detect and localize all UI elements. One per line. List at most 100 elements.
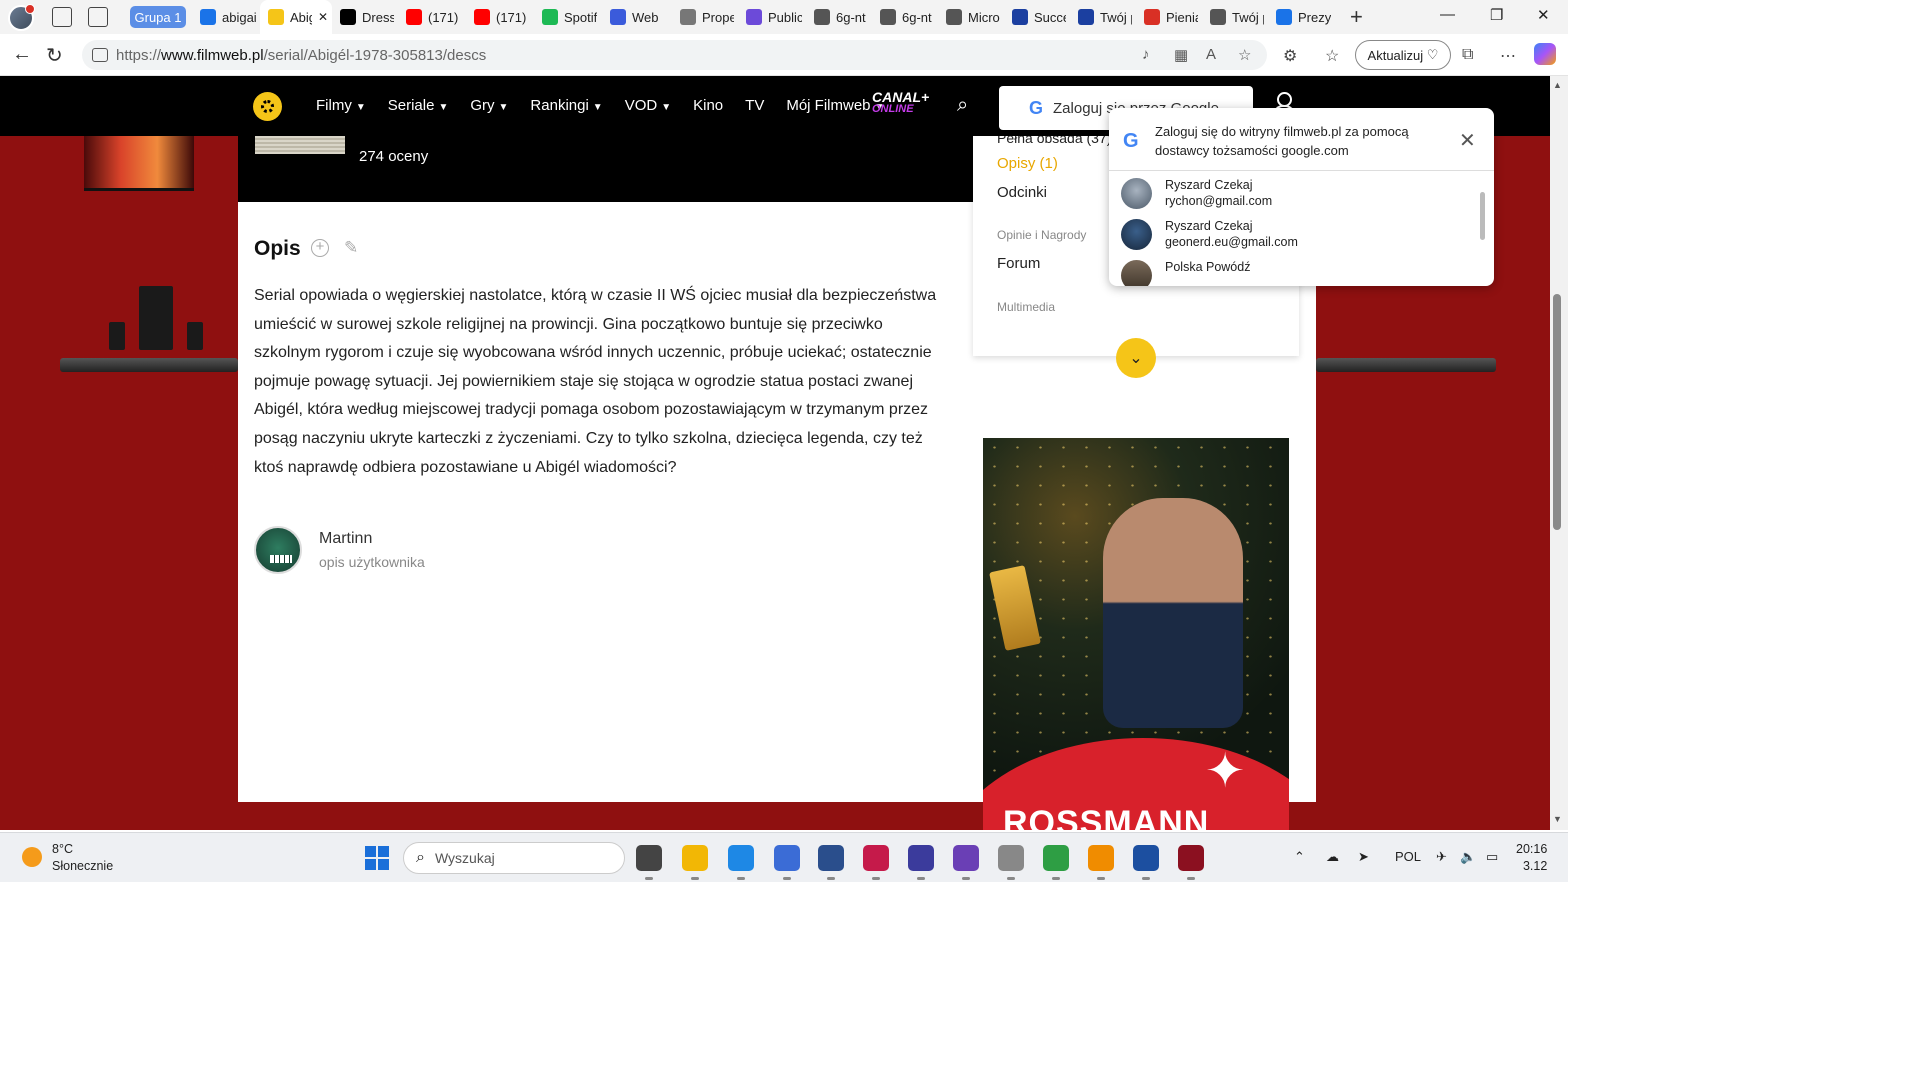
tab[interactable]: Micro — [938, 0, 1004, 34]
side-menu-opisy[interactable]: Opisy (1) — [997, 155, 1058, 172]
nav-item-gry[interactable]: Gry ▼ — [470, 97, 508, 114]
address-bar[interactable]: https://www.filmweb.pl/serial/Abigél-197… — [82, 40, 1267, 70]
tab[interactable]: Twój p — [1202, 0, 1268, 34]
copilot-icon[interactable] — [1534, 43, 1556, 65]
send-icon[interactable]: ➤ — [1358, 849, 1369, 865]
tab[interactable]: (171) — [466, 0, 534, 34]
site-info-icon[interactable] — [92, 48, 108, 62]
autocad-icon[interactable] — [1133, 845, 1159, 871]
nav-item-mój-filmweb[interactable]: Mój Filmweb ▼ — [786, 97, 884, 114]
edit-icon[interactable]: ✎ — [344, 238, 358, 258]
apps-icon[interactable]: ▦ — [1174, 46, 1188, 64]
virtualbox-icon[interactable] — [818, 845, 844, 871]
tab-title: Prope — [702, 9, 734, 25]
taskbar-search[interactable]: ⌕ Wyszukaj — [403, 842, 625, 874]
add-icon[interactable]: + — [311, 239, 329, 257]
tab-actions-icon[interactable] — [88, 7, 108, 27]
chevron-up-icon[interactable]: ⌃ — [1294, 849, 1305, 865]
side-menu-odcinki[interactable]: Odcinki — [997, 184, 1047, 201]
tab[interactable]: 6g-nt — [872, 0, 938, 34]
weather-desc[interactable]: Słonecznie — [52, 859, 113, 873]
update-button[interactable]: Aktualizuj ♡ — [1355, 40, 1451, 70]
nav-item-seriale[interactable]: Seriale ▼ — [388, 97, 449, 114]
globe-icon[interactable] — [1043, 845, 1069, 871]
search-icon[interactable]: ⌕ — [957, 94, 968, 117]
side-menu-forum[interactable]: Forum — [997, 255, 1040, 272]
tab[interactable]: Web — [602, 0, 672, 34]
tab[interactable]: abigai — [192, 0, 260, 34]
favorites-icon[interactable]: ☆ — [1325, 46, 1339, 66]
more-menu-icon[interactable]: ⋯ — [1500, 46, 1516, 66]
favorite-star-icon[interactable]: ☆ — [1238, 46, 1251, 64]
filmweb-logo[interactable] — [253, 92, 282, 121]
account-item[interactable]: Ryszard Czekaj geonerd.eu@gmail.com — [1121, 215, 1461, 255]
vlc-icon[interactable] — [1088, 845, 1114, 871]
canal-plus-logo[interactable]: CANAL+ ONLINE — [872, 90, 929, 115]
account-item[interactable]: Polska Powódź — [1121, 256, 1461, 286]
back-button[interactable]: ← — [12, 43, 32, 66]
file-explorer-icon[interactable] — [682, 845, 708, 871]
clock[interactable]: 20:16 3.12 — [1516, 841, 1547, 875]
tab[interactable]: Abigél ✕ — [260, 0, 332, 34]
tab[interactable]: Spotif — [534, 0, 602, 34]
globe-icon — [1210, 9, 1226, 25]
collections-icon[interactable]: ⧉ — [1462, 46, 1473, 64]
bell-icon[interactable]: ♪ — [1142, 46, 1150, 63]
nav-item-filmy[interactable]: Filmy ▼ — [316, 97, 366, 114]
rossmann-ad[interactable]: ✦ ROSSMANN — [983, 438, 1289, 830]
refresh-button[interactable]: ↻ — [46, 43, 63, 68]
sun-icon[interactable] — [22, 847, 42, 867]
tab[interactable]: 6g-nt — [806, 0, 872, 34]
running-indicator — [917, 877, 925, 880]
edge-icon[interactable] — [728, 845, 754, 871]
left-ad-banner[interactable] — [60, 136, 238, 386]
airplane-icon[interactable]: ✈ — [1436, 849, 1447, 865]
tab[interactable]: (171) — [398, 0, 466, 34]
close-tab-icon[interactable]: ✕ — [318, 10, 328, 24]
nav-item-rankingi[interactable]: Rankingi ▼ — [530, 97, 602, 114]
nav-item-vod[interactable]: VOD ▼ — [625, 97, 671, 114]
page-scrollbar[interactable]: ▲ ▼ — [1550, 76, 1568, 830]
tab-group-chip[interactable]: Grupa 1 — [130, 6, 186, 28]
author-avatar[interactable] — [254, 526, 302, 574]
tab[interactable]: Prope — [672, 0, 738, 34]
start-button[interactable] — [365, 846, 389, 870]
tab[interactable]: Public — [738, 0, 806, 34]
url-text[interactable]: https://www.filmweb.pl/serial/Abigél-197… — [116, 47, 486, 64]
raspberry-icon[interactable] — [863, 845, 889, 871]
close-icon[interactable]: ✕ — [1459, 128, 1476, 153]
battery-icon[interactable]: ▭ — [1486, 849, 1498, 865]
taskview-icon[interactable] — [636, 845, 662, 871]
restore-button[interactable]: ❐ — [1490, 6, 1503, 24]
poster-image[interactable] — [255, 136, 345, 154]
account-name: Ryszard Czekaj — [1165, 178, 1253, 192]
volume-icon[interactable]: 🔈 — [1460, 849, 1476, 865]
profile-avatar[interactable] — [8, 4, 35, 31]
new-tab-button[interactable]: + — [1350, 4, 1363, 30]
read-aloud-icon[interactable]: A — [1206, 46, 1216, 63]
podcast-icon[interactable] — [953, 845, 979, 871]
expand-menu-button[interactable]: ⌄ — [1116, 338, 1156, 378]
tab[interactable]: Prezy — [1268, 0, 1348, 34]
language-indicator[interactable]: POL — [1395, 849, 1421, 864]
tab[interactable]: Succe — [1004, 0, 1070, 34]
store-icon[interactable] — [774, 845, 800, 871]
disk-icon[interactable] — [998, 845, 1024, 871]
account-item[interactable]: Ryszard Czekaj rychon@gmail.com — [1121, 174, 1461, 214]
popup-scrollbar[interactable] — [1478, 174, 1488, 270]
tab[interactable]: Dress — [332, 0, 398, 34]
close-window-button[interactable]: ✕ — [1537, 6, 1550, 24]
cloud-icon[interactable]: ☁ — [1326, 849, 1339, 865]
scrollbar-thumb[interactable] — [1553, 294, 1561, 530]
tab[interactable]: Pienią — [1136, 0, 1202, 34]
tab[interactable]: Twój p — [1070, 0, 1136, 34]
author-name[interactable]: Martinn — [319, 530, 372, 548]
workspaces-icon[interactable] — [52, 7, 72, 27]
extensions-icon[interactable]: ⚙ — [1283, 46, 1297, 66]
d-app-icon[interactable] — [1178, 845, 1204, 871]
nav-item-tv[interactable]: TV — [745, 97, 764, 114]
minimize-button[interactable]: — — [1440, 6, 1455, 23]
save-icon[interactable] — [908, 845, 934, 871]
weather-temp[interactable]: 8°C — [52, 842, 73, 856]
nav-item-kino[interactable]: Kino — [693, 97, 723, 114]
